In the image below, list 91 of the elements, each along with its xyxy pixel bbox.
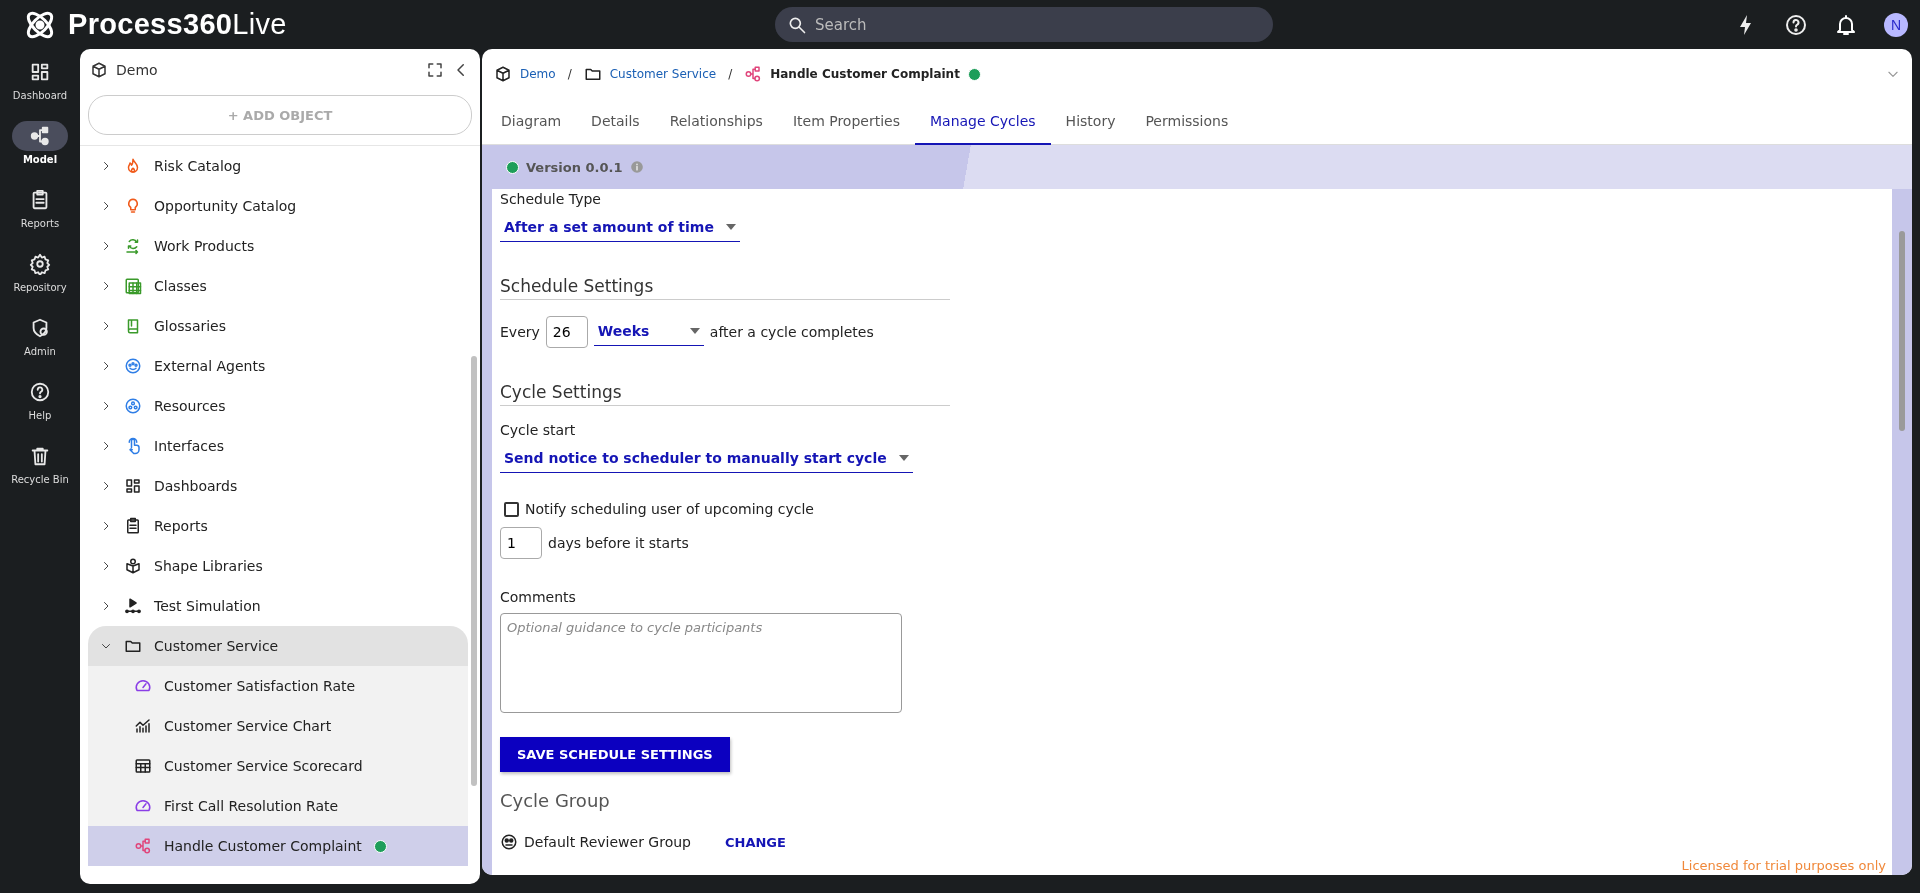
change-link[interactable]: CHANGE: [725, 834, 786, 850]
save-button[interactable]: SAVE SCHEDULE SETTINGS: [500, 737, 730, 772]
search-field[interactable]: Search: [775, 7, 1273, 42]
section-heading: Cycle Settings: [500, 382, 950, 406]
tab[interactable]: Relationships: [654, 99, 778, 145]
tab[interactable]: Item Properties: [777, 99, 915, 145]
tree-item[interactable]: Interfaces: [88, 426, 468, 466]
dots-circle-icon: [124, 397, 142, 415]
scrollbar-thumb[interactable]: [471, 356, 477, 786]
group-icon: [500, 833, 518, 851]
chart-icon: [134, 717, 152, 735]
field-label: days before it starts: [548, 535, 689, 551]
cube-icon: [494, 65, 512, 83]
clipboard-icon: [124, 517, 142, 535]
cycle-start-dropdown[interactable]: Send notice to scheduler to manually start cycle: [500, 446, 913, 473]
breadcrumb-link[interactable]: Customer Service: [609, 67, 717, 81]
tree-item[interactable]: Customer Service: [88, 626, 468, 666]
tab[interactable]: Diagram: [486, 99, 577, 145]
tab[interactable]: Permissions: [1130, 99, 1244, 145]
days-field[interactable]: 1: [500, 527, 542, 559]
help-icon: [1784, 12, 1808, 37]
tree-item[interactable]: Resources: [88, 386, 468, 426]
field-label: Schedule Type: [500, 191, 602, 207]
tree-item[interactable]: Risk Catalog: [88, 146, 468, 186]
license-note: Licensed for trial purposes only: [1681, 858, 1886, 873]
breadcrumb-current: Handle Customer Complaint: [770, 67, 960, 81]
tab[interactable]: Details: [576, 99, 655, 145]
tree-item[interactable]: Work Products: [88, 226, 468, 266]
nav-item[interactable]: Dashboard: [1, 57, 79, 115]
cube-icon: [90, 61, 108, 79]
breadcrumb-separator: /: [567, 67, 572, 81]
breadcrumb-link[interactable]: Demo: [520, 67, 556, 81]
tree-item[interactable]: Test Simulation: [88, 586, 468, 626]
field-label: Comments: [500, 589, 577, 605]
checkbox-label: Notify scheduling user of upcoming cycle: [525, 501, 814, 517]
tree-item[interactable]: External Agents: [88, 346, 468, 386]
tree-item[interactable]: Reports: [88, 506, 468, 546]
caret-icon: [689, 327, 700, 334]
notify-checkbox[interactable]: [504, 501, 519, 517]
tree-item[interactable]: Handle Customer Complaint: [88, 826, 468, 866]
shapes-icon: [124, 557, 142, 575]
nav-item[interactable]: Help: [1, 377, 79, 435]
trash-icon: [29, 445, 51, 467]
face-icon: [124, 357, 142, 375]
tree-item[interactable]: Classes: [88, 266, 468, 306]
breadcrumb-separator: /: [728, 67, 733, 81]
section-heading: Cycle Group: [500, 790, 611, 811]
tree-item[interactable]: Dashboards: [88, 466, 468, 506]
info-icon: [629, 160, 644, 174]
tree-item[interactable]: Customer Service Chart: [88, 706, 468, 746]
tab[interactable]: History: [1050, 99, 1131, 145]
app-logo: Process360Live: [68, 8, 287, 41]
fullscreen-icon: [426, 61, 444, 79]
search-icon: [787, 15, 807, 35]
field-label: Cycle start: [500, 422, 577, 438]
settings-icon: [29, 253, 51, 275]
unit-dropdown[interactable]: Weeks: [593, 318, 704, 346]
section-heading: Schedule Settings: [500, 276, 950, 300]
dashboard-icon: [29, 61, 51, 83]
schedule-type-dropdown[interactable]: After a set amount of time: [500, 215, 740, 242]
nav-item[interactable]: Repository: [1, 249, 79, 307]
grid-icon: [134, 757, 152, 775]
caret-icon: [898, 455, 909, 461]
tree-item[interactable]: Opportunity Catalog: [88, 186, 468, 226]
nav-item[interactable]: Reports: [1, 185, 79, 243]
caret-icon: [725, 224, 736, 230]
nav-item[interactable]: Model: [1, 121, 79, 179]
table-icon: [124, 277, 142, 295]
tree-title: Demo: [116, 62, 158, 78]
dashboard-icon: [124, 477, 142, 495]
interval-field[interactable]: 26: [545, 316, 588, 348]
group-name: Default Reviewer Group: [524, 834, 691, 850]
version-label: Version 0.0.1: [526, 159, 623, 175]
help-icon: [29, 381, 51, 403]
nav-item[interactable]: Admin: [1, 313, 79, 371]
field-label: after a cycle completes: [709, 324, 874, 340]
scrollbar-thumb[interactable]: [1899, 231, 1905, 431]
notification-icon: [1834, 12, 1858, 37]
user-avatar[interactable]: N: [1884, 12, 1908, 37]
tree-item[interactable]: Customer Satisfaction Rate: [88, 666, 468, 706]
comments-field[interactable]: Optional guidance to cycle participants: [500, 613, 902, 713]
field-label: Every: [500, 324, 540, 340]
nav-item[interactable]: Recycle Bin: [1, 441, 79, 499]
tree-item[interactable]: First Call Resolution Rate: [88, 786, 468, 826]
tree-item[interactable]: Customer Service Scorecard: [88, 746, 468, 786]
flow-icon: [134, 837, 152, 855]
flow-icon: [744, 65, 763, 83]
tree-item[interactable]: Glossaries: [88, 306, 468, 346]
tree-item[interactable]: Shape Libraries: [88, 546, 468, 586]
play-icon: [124, 597, 142, 615]
diagram-icon: [29, 125, 51, 147]
